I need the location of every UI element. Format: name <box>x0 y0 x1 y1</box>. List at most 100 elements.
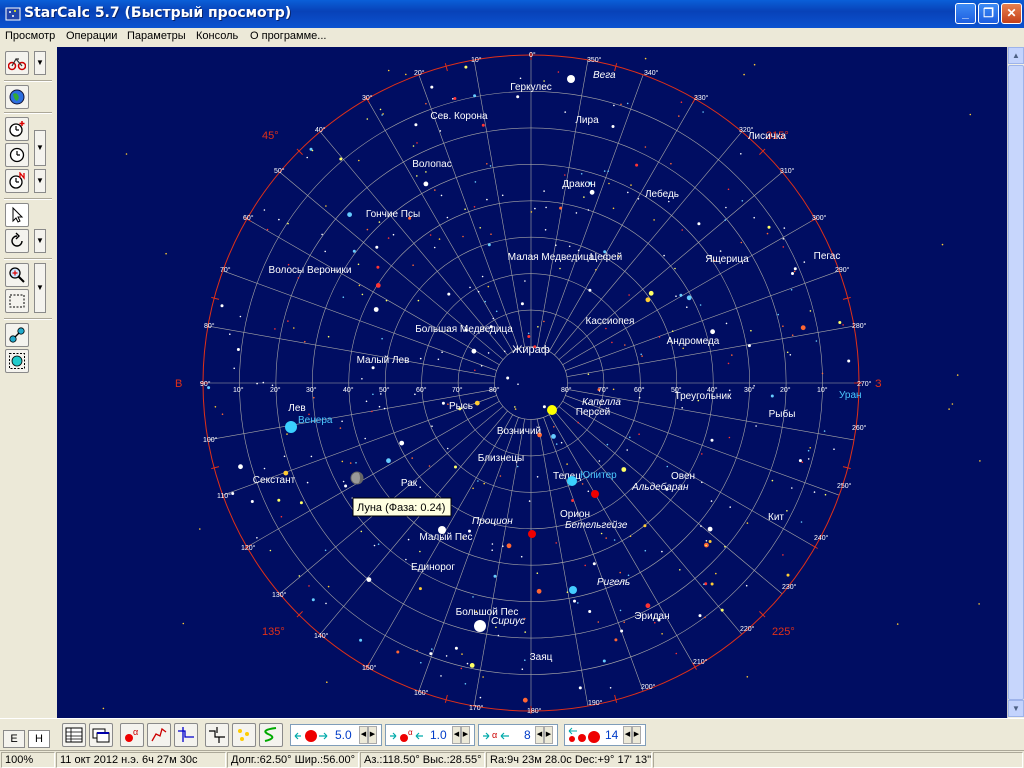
planet-size-increase[interactable]: ▶ <box>632 726 641 744</box>
constellation-label[interactable]: Рыбы <box>769 408 796 420</box>
grid-button[interactable] <box>205 723 229 747</box>
menu-console[interactable]: Консоль <box>194 30 240 42</box>
ecliptic-button[interactable] <box>259 723 283 747</box>
table-button[interactable] <box>62 723 86 747</box>
constellation-label[interactable]: Кит <box>768 512 784 523</box>
time-dropdown[interactable]: ▼ <box>34 130 46 166</box>
constellation-label[interactable]: Волосы Вероники <box>269 265 352 276</box>
constellation-label[interactable]: Сев. Корона <box>430 111 488 122</box>
rotate-button[interactable] <box>5 229 29 253</box>
constellation-label[interactable]: Геркулес <box>510 82 552 93</box>
star-magnitude-decrease[interactable]: ◀ <box>359 726 368 744</box>
mode-dropdown[interactable]: ▼ <box>34 51 46 75</box>
label-count-spinner[interactable]: α 8 ◀ ▶ <box>478 724 558 746</box>
scroll-down-arrow[interactable]: ▼ <box>1008 700 1024 717</box>
planet-dot[interactable] <box>285 421 297 433</box>
star-label-magnitude-value[interactable]: 1.0 <box>430 728 447 742</box>
constellation-label[interactable]: Близнецы <box>478 453 524 464</box>
scroll-up-arrow[interactable]: ▲ <box>1008 47 1024 64</box>
constellation-label[interactable]: Лев <box>288 403 305 414</box>
maximize-button[interactable]: ❐ <box>978 3 999 24</box>
zoom-button[interactable] <box>5 263 29 287</box>
mode-button[interactable] <box>5 51 29 75</box>
named-star-label[interactable]: Вега <box>593 70 616 81</box>
constellation-label[interactable]: Рысь <box>449 401 473 412</box>
menu-operations[interactable]: Операции <box>64 30 119 42</box>
constellation-label[interactable]: Пегас <box>814 251 841 262</box>
constellation-label[interactable]: Единорог <box>411 562 455 573</box>
time-plus-button[interactable] <box>5 117 29 141</box>
planet-label[interactable]: Венера <box>298 415 333 426</box>
named-star-dot[interactable] <box>438 526 446 534</box>
named-star-dot[interactable] <box>528 530 536 538</box>
named-star-label[interactable]: Ригель <box>597 577 630 588</box>
menu-about[interactable]: О программе... <box>248 30 328 42</box>
vertical-scrollbar[interactable]: ▲ ▼ <box>1007 47 1024 718</box>
named-star-dot[interactable] <box>474 620 486 632</box>
time-button[interactable] <box>5 143 29 167</box>
constellation-label[interactable]: Заяц <box>530 652 553 663</box>
planet-label[interactable]: Юпитер <box>580 470 617 481</box>
label-count-value[interactable]: 8 <box>524 728 531 742</box>
pointer-button[interactable] <box>5 203 29 227</box>
named-star-label[interactable]: Процион <box>472 516 513 527</box>
constellation-label[interactable]: Орион <box>560 509 590 520</box>
planet-size-value[interactable]: 14 <box>605 728 618 742</box>
star-magnitude-increase[interactable]: ▶ <box>368 726 377 744</box>
zoom-dropdown[interactable]: ▼ <box>34 263 46 313</box>
globe-button[interactable] <box>5 85 29 109</box>
constellation-borders-button[interactable] <box>174 723 198 747</box>
milky-way-button[interactable] <box>232 723 256 747</box>
constellation-label[interactable]: Волопас <box>412 159 452 170</box>
constellation-label[interactable]: Рак <box>401 478 418 489</box>
constellation-label[interactable]: Секстант <box>253 475 296 486</box>
planet-size-spinner[interactable]: 14 ◀ ▶ <box>564 724 646 746</box>
constellation-label[interactable]: Цефей <box>590 251 622 263</box>
constellation-label[interactable]: Овен <box>671 471 695 482</box>
constellation-label[interactable]: Малый Лев <box>357 355 410 366</box>
select-rect-button[interactable] <box>5 289 29 313</box>
constellation-label[interactable]: Гончие Псы <box>366 209 420 220</box>
star-names-button[interactable]: α <box>120 723 144 747</box>
constellation-label[interactable]: Эридан <box>634 611 669 622</box>
named-star-label[interactable]: Капелла <box>582 397 621 408</box>
constellation-label[interactable]: Малый Пес <box>419 532 472 543</box>
fit-button[interactable] <box>5 349 29 373</box>
star-label-increase[interactable]: ▶ <box>461 726 470 744</box>
planet-label[interactable]: Уран <box>839 390 862 401</box>
named-star-dot[interactable] <box>567 75 575 83</box>
constellation-label[interactable]: Лебедь <box>645 188 679 200</box>
constellation-lines-button[interactable] <box>147 723 171 747</box>
constellation-label[interactable]: Большая Медведица <box>415 324 513 335</box>
label-count-increase[interactable]: ▶ <box>544 726 553 744</box>
tab-e[interactable]: Е <box>3 730 25 748</box>
named-star-label[interactable]: Бетельгейзе <box>565 520 628 531</box>
menu-view[interactable]: Просмотр <box>3 30 57 42</box>
constellation-label[interactable]: Малая Медведица <box>508 252 595 263</box>
constellation-label[interactable]: Кассиопея <box>586 316 635 327</box>
named-star-label[interactable]: Сириус <box>491 616 525 627</box>
constellation-label[interactable]: Треугольник <box>675 391 732 402</box>
label-count-decrease[interactable]: ◀ <box>535 726 544 744</box>
constellation-label[interactable]: Дракон <box>562 179 595 190</box>
planet-dot[interactable] <box>567 476 577 486</box>
star-magnitude-value[interactable]: 5.0 <box>335 728 352 742</box>
named-star-dot[interactable] <box>569 586 577 594</box>
named-star-label[interactable]: Альдебаран <box>631 481 689 493</box>
time-now-dropdown[interactable]: ▼ <box>34 169 46 193</box>
sky-chart[interactable]: 0°10° 350°20° 340°30° 330°40° 320°50° 310°60°… <box>57 47 1007 718</box>
star-magnitude-spinner[interactable]: 5.0 ◀ ▶ <box>290 724 382 746</box>
star-label-magnitude-spinner[interactable]: α 1.0 ◀ ▶ <box>385 724 475 746</box>
scroll-thumb[interactable] <box>1008 65 1024 700</box>
constellation-label[interactable]: Ящерица <box>705 254 749 265</box>
constellation-label[interactable]: Лира <box>575 115 599 126</box>
constellation-label[interactable]: Лисичка <box>748 131 787 142</box>
rotate-dropdown[interactable]: ▼ <box>34 229 46 253</box>
menu-parameters[interactable]: Параметры <box>125 30 188 42</box>
minimize-button[interactable]: _ <box>955 3 976 24</box>
time-now-button[interactable] <box>5 169 29 193</box>
named-star-dot[interactable] <box>591 490 599 498</box>
constellation-label[interactable]: Персей <box>576 407 610 418</box>
star-label-decrease[interactable]: ◀ <box>452 726 461 744</box>
named-star-dot[interactable] <box>547 405 557 415</box>
